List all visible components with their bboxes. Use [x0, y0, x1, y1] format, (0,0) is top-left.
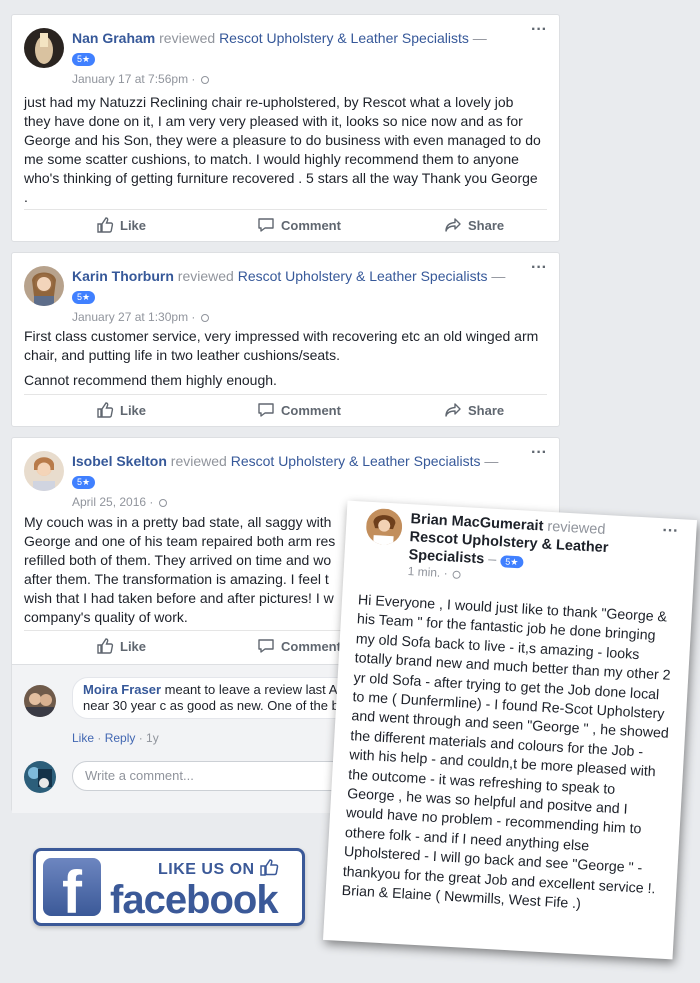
- like-label: Like: [120, 402, 147, 418]
- share-button[interactable]: Share: [444, 401, 504, 419]
- page-link[interactable]: Rescot Upholstery & Leather Specialists: [231, 453, 481, 469]
- like-us-label: LIKE US ON: [158, 858, 280, 879]
- post-date: 1 min. ·: [407, 564, 462, 581]
- more-options-icon[interactable]: ···: [531, 260, 547, 276]
- commenter-avatar[interactable]: [24, 685, 56, 717]
- reviewer-name[interactable]: Karin Thorburn: [72, 268, 174, 284]
- review-text: just had my Natuzzi Reclining chair re-u…: [24, 94, 541, 205]
- date-text: 1 min. ·: [407, 564, 449, 581]
- review-title: Nan Graham reviewed Rescot Upholstery & …: [72, 30, 487, 46]
- commenter-name[interactable]: Moira Fraser: [83, 682, 161, 697]
- rating-badge: 5★: [499, 555, 524, 569]
- globe-icon: [200, 314, 209, 322]
- reviewer-name[interactable]: Isobel Skelton: [72, 453, 167, 469]
- post-date[interactable]: January 27 at 1:30pm ·: [72, 310, 209, 324]
- reviewed-text: reviewed: [155, 30, 220, 46]
- more-options-icon[interactable]: ···: [531, 22, 547, 38]
- current-user-avatar: [24, 761, 56, 793]
- avatar[interactable]: [24, 451, 64, 491]
- avatar: [365, 507, 404, 546]
- dash: –: [483, 551, 501, 569]
- like-label: Like: [120, 217, 147, 233]
- date-text: January 17 at 7:56pm ·: [72, 72, 196, 86]
- avatar[interactable]: [24, 266, 64, 306]
- review-text: Hi Everyone , I would just like to thank…: [341, 592, 671, 913]
- comment-button[interactable]: Comment: [257, 401, 341, 419]
- comment-button[interactable]: Comment: [257, 637, 341, 655]
- more-options-icon: ···: [661, 522, 679, 541]
- comment-actions: Like · Reply · 1y: [72, 731, 159, 745]
- thumbs-up-icon: [97, 402, 114, 418]
- review-text-2: Cannot recommend them highly enough.: [24, 372, 277, 388]
- review-title: Isobel Skelton reviewed Rescot Upholster…: [72, 453, 498, 469]
- comment-icon: [258, 639, 274, 653]
- comment-label: Comment: [281, 402, 341, 418]
- separator: ·: [94, 731, 105, 745]
- comment-icon: [258, 403, 274, 417]
- dash: —: [468, 30, 487, 46]
- review-card: Karin Thorburn reviewed Rescot Upholster…: [11, 252, 560, 427]
- like-us-on-facebook-banner[interactable]: f LIKE US ON facebook: [33, 848, 305, 926]
- rating-badge: 5★: [72, 53, 96, 66]
- thumbs-up-icon: [97, 217, 114, 233]
- share-icon: [445, 218, 461, 232]
- share-label: Share: [468, 217, 505, 233]
- page-link[interactable]: Rescot Upholstery & Leather Specialists: [238, 268, 488, 284]
- review-card: Nan Graham reviewed Rescot Upholstery & …: [11, 14, 560, 242]
- share-label: Share: [468, 402, 505, 418]
- thumbs-up-icon: [97, 638, 114, 654]
- rating-badge: 5★: [72, 291, 96, 304]
- review-screenshot-overlay: Brian MacGumerait reviewed Rescot Uphols…: [322, 500, 698, 960]
- like-us-text: LIKE US ON: [158, 861, 255, 878]
- comment-label: Comment: [281, 638, 341, 654]
- facebook-f-logo: f: [43, 858, 101, 916]
- facebook-wordmark: facebook: [110, 878, 279, 922]
- action-bar: Like Comment Share: [24, 209, 547, 240]
- review-text: First class customer service, very impre…: [24, 328, 539, 363]
- dash: —: [480, 453, 499, 469]
- review-header: Nan Graham reviewed Rescot Upholstery & …: [24, 25, 559, 86]
- like-button[interactable]: Like: [96, 637, 146, 655]
- comment-placeholder: Write a comment...: [85, 768, 194, 783]
- comment-like-link[interactable]: Like: [72, 731, 94, 745]
- post-date[interactable]: January 17 at 7:56pm ·: [72, 72, 209, 86]
- rating-badge: 5★: [72, 476, 96, 489]
- action-bar: Like Comment Share: [24, 394, 547, 425]
- review-header: Isobel Skelton reviewed Rescot Upholster…: [24, 448, 559, 509]
- reviewed-text: reviewed: [166, 453, 231, 469]
- thumbs-up-icon: [259, 859, 278, 876]
- comment-time[interactable]: · 1y: [135, 731, 159, 745]
- more-options-icon[interactable]: ···: [531, 445, 547, 461]
- reviewed-text: reviewed: [542, 518, 606, 538]
- reviewed-text: reviewed: [173, 268, 238, 284]
- reviewer-name[interactable]: Nan Graham: [72, 30, 155, 46]
- globe-icon: [158, 499, 167, 507]
- comment-label: Comment: [281, 217, 341, 233]
- like-button[interactable]: Like: [96, 401, 146, 419]
- share-button[interactable]: Share: [444, 216, 504, 234]
- like-button[interactable]: Like: [96, 216, 146, 234]
- post-date[interactable]: April 25, 2016 ·: [72, 495, 167, 509]
- review-header: Karin Thorburn reviewed Rescot Upholster…: [24, 263, 559, 324]
- avatar[interactable]: [24, 28, 64, 68]
- comment-button[interactable]: Comment: [257, 216, 341, 234]
- globe-icon: [452, 570, 462, 580]
- date-text: April 25, 2016 ·: [72, 495, 154, 509]
- comment-icon: [258, 218, 274, 232]
- globe-icon: [200, 76, 209, 84]
- like-label: Like: [120, 638, 147, 654]
- review-text: My couch was in a pretty bad state, all …: [24, 514, 336, 625]
- share-icon: [445, 403, 461, 417]
- comment-reply-link[interactable]: Reply: [105, 731, 136, 745]
- review-title: Karin Thorburn reviewed Rescot Upholster…: [72, 268, 505, 284]
- date-text: January 27 at 1:30pm ·: [72, 310, 196, 324]
- dash: —: [487, 268, 506, 284]
- page-link[interactable]: Rescot Upholstery & Leather Specialists: [219, 30, 469, 46]
